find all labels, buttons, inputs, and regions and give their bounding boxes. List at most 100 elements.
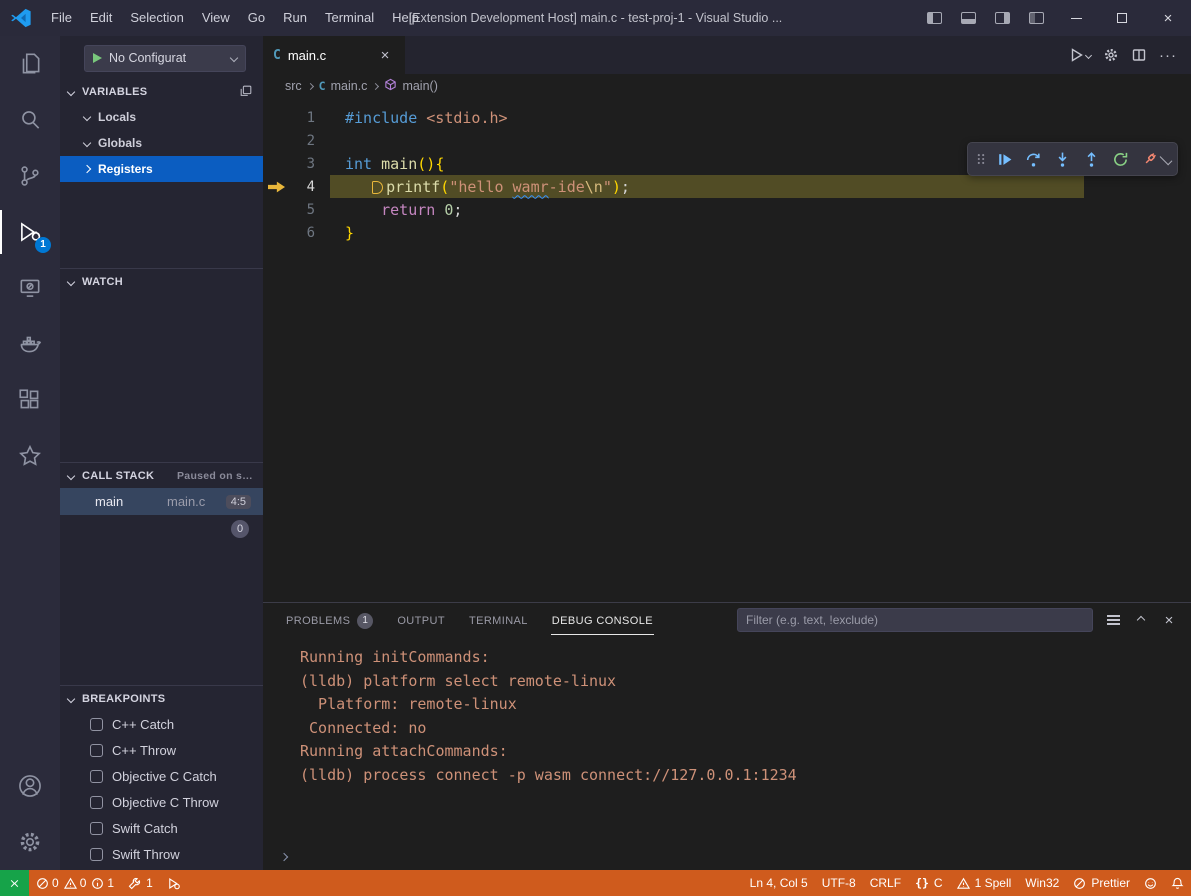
- close-panel-button[interactable]: ×: [1157, 608, 1181, 632]
- code-line[interactable]: 4 printf("hello wamr-ide\n");: [263, 175, 1191, 198]
- call-stack-section-header[interactable]: CALL STACK Paused on st...: [60, 462, 263, 488]
- cursor-position[interactable]: Ln 4, Col 5: [743, 870, 815, 896]
- variables-item-locals[interactable]: Locals: [60, 104, 263, 130]
- split-editor-button[interactable]: [1127, 42, 1151, 68]
- activity-manage[interactable]: [0, 814, 60, 870]
- step-out-button[interactable]: [1077, 145, 1105, 173]
- variables-item-globals[interactable]: Globals: [60, 130, 263, 156]
- activity-run-and-debug[interactable]: 1: [0, 204, 60, 260]
- eol-status[interactable]: CRLF: [863, 870, 908, 896]
- checkbox[interactable]: [90, 796, 103, 809]
- toggle-sidebar-button[interactable]: [917, 0, 951, 36]
- breakpoint-cpp-catch[interactable]: C++ Catch: [60, 711, 263, 737]
- code-editor[interactable]: 1#include <stdio.h>23int main(){4 printf…: [263, 98, 1191, 602]
- breakpoint-swift-throw[interactable]: Swift Throw: [60, 841, 263, 867]
- menu-file[interactable]: File: [42, 5, 81, 31]
- activity-explorer[interactable]: [0, 36, 60, 92]
- run-file-button[interactable]: [1064, 42, 1095, 68]
- problems-status[interactable]: 0 0 1: [29, 870, 121, 896]
- notifications-button[interactable]: [1164, 870, 1191, 896]
- checkbox[interactable]: [90, 848, 103, 861]
- breakpoint-swift-catch[interactable]: Swift Catch: [60, 815, 263, 841]
- breakpoint-cpp-throw[interactable]: C++ Throw: [60, 737, 263, 763]
- activity-remote-explorer[interactable]: [0, 260, 60, 316]
- inline-breakpoint-marker[interactable]: [372, 181, 383, 194]
- tab-close-button[interactable]: ×: [375, 45, 395, 65]
- remote-indicator[interactable]: [0, 870, 29, 896]
- language-mode[interactable]: {} C: [908, 870, 950, 896]
- console-filter-input[interactable]: [737, 608, 1093, 632]
- checkbox[interactable]: [90, 718, 103, 731]
- debug-current-line-glyph[interactable]: [263, 175, 289, 198]
- breakpoints-section-header[interactable]: BREAKPOINTS: [60, 685, 263, 711]
- continue-button[interactable]: [990, 145, 1018, 173]
- menu-help[interactable]: Help: [383, 5, 428, 31]
- toolbar-drag-handle[interactable]: [973, 145, 989, 173]
- glyph-margin[interactable]: [263, 129, 289, 152]
- checkbox[interactable]: [90, 822, 103, 835]
- stack-frame-row[interactable]: main main.c 4:5: [60, 488, 263, 515]
- toggle-secondary-sidebar-button[interactable]: [985, 0, 1019, 36]
- customize-layout-button[interactable]: [1019, 0, 1053, 36]
- code-line[interactable]: 5 return 0;: [263, 198, 1191, 221]
- glyph-margin[interactable]: [263, 198, 289, 221]
- maximize-panel-button[interactable]: [1129, 608, 1153, 632]
- glyph-margin[interactable]: [263, 106, 289, 129]
- menu-go[interactable]: Go: [239, 5, 274, 31]
- debug-console-repl[interactable]: [263, 844, 1191, 870]
- breadcrumb-symbol[interactable]: main(): [384, 78, 437, 94]
- debug-session-status[interactable]: [160, 870, 187, 896]
- breadcrumb-src[interactable]: src: [285, 79, 302, 93]
- tab-terminal[interactable]: TERMINAL: [468, 606, 529, 635]
- checkbox[interactable]: [90, 770, 103, 783]
- breakpoint-objc-catch[interactable]: Objective C Catch: [60, 763, 263, 789]
- disconnect-button[interactable]: [1135, 145, 1163, 173]
- toggle-panel-button[interactable]: [951, 0, 985, 36]
- collapse-all-button[interactable]: [239, 84, 253, 101]
- activity-star[interactable]: [0, 428, 60, 484]
- activity-source-control[interactable]: [0, 148, 60, 204]
- activity-extensions[interactable]: [0, 372, 60, 428]
- minimize-button[interactable]: [1053, 0, 1099, 36]
- menu-selection[interactable]: Selection: [121, 5, 192, 31]
- toolchain-status[interactable]: 1: [121, 870, 160, 896]
- menu-view[interactable]: View: [193, 5, 239, 31]
- formatter-status[interactable]: Prettier: [1066, 870, 1137, 896]
- step-into-button[interactable]: [1048, 145, 1076, 173]
- tab-output[interactable]: OUTPUT: [396, 606, 446, 635]
- editor-settings-button[interactable]: [1099, 42, 1123, 68]
- filter-button[interactable]: [1101, 608, 1125, 632]
- restart-button[interactable]: [1106, 145, 1134, 173]
- glyph-margin[interactable]: [263, 152, 289, 175]
- spell-checker-status[interactable]: 1 Spell: [950, 870, 1019, 896]
- variables-item-registers[interactable]: Registers: [60, 156, 263, 182]
- platform-status[interactable]: Win32: [1018, 870, 1066, 896]
- close-button[interactable]: ×: [1145, 0, 1191, 36]
- debug-console-output[interactable]: Running initCommands: (lldb) platform se…: [263, 637, 1191, 844]
- chevron-down-icon: [67, 694, 75, 702]
- feedback-button[interactable]: [1137, 870, 1164, 896]
- breadcrumb-file[interactable]: C main.c: [319, 79, 368, 93]
- editor-more-actions-button[interactable]: ···: [1155, 42, 1181, 68]
- activity-docker[interactable]: [0, 316, 60, 372]
- activity-search[interactable]: [0, 92, 60, 148]
- variables-section-header[interactable]: VARIABLES: [60, 80, 263, 104]
- glyph-margin[interactable]: [263, 221, 289, 244]
- tab-main-c[interactable]: C main.c ×: [263, 36, 405, 74]
- encoding-status[interactable]: UTF-8: [815, 870, 863, 896]
- activity-accounts[interactable]: [0, 758, 60, 814]
- step-over-button[interactable]: [1019, 145, 1047, 173]
- code-line[interactable]: 6}: [263, 221, 1191, 244]
- debug-config-dropdown[interactable]: No Configurat: [84, 45, 246, 72]
- menu-edit[interactable]: Edit: [81, 5, 121, 31]
- watch-section-header[interactable]: WATCH: [60, 268, 263, 294]
- menu-run[interactable]: Run: [274, 5, 316, 31]
- code-line[interactable]: 1#include <stdio.h>: [263, 106, 1191, 129]
- tab-debug-console[interactable]: DEBUG CONSOLE: [551, 606, 654, 635]
- debug-console-input[interactable]: [297, 849, 1191, 865]
- maximize-button[interactable]: [1099, 0, 1145, 36]
- menu-terminal[interactable]: Terminal: [316, 5, 383, 31]
- tab-problems[interactable]: PROBLEMS 1: [285, 604, 374, 637]
- checkbox[interactable]: [90, 744, 103, 757]
- breakpoint-objc-throw[interactable]: Objective C Throw: [60, 789, 263, 815]
